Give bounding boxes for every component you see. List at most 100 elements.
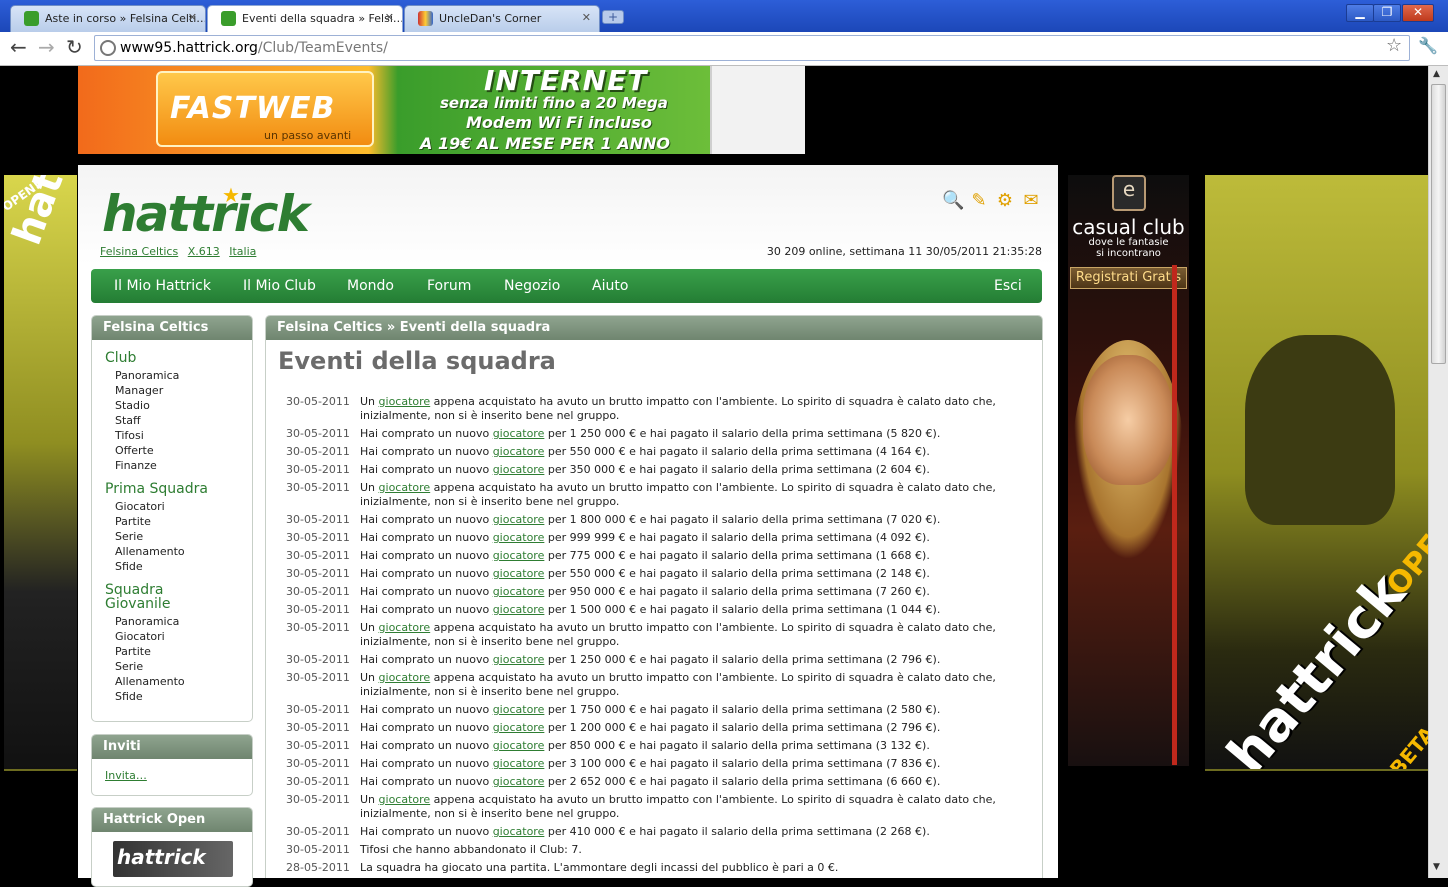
bookmark-star-icon[interactable]: ☆ xyxy=(1386,35,1402,56)
sidebar-item-offerte[interactable]: Offerte xyxy=(115,444,154,457)
event-text: Hai comprato un nuovo giocatore per 1 25… xyxy=(360,653,941,666)
event-text: Un giocatore appena acquistato ha avuto … xyxy=(360,395,996,422)
sidebar-title: Felsina Celtics xyxy=(92,316,252,340)
casual-club-ad[interactable]: e casual club dove le fantasie si incontr… xyxy=(1068,175,1189,766)
player-link[interactable]: giocatore xyxy=(493,775,545,788)
notes-icon[interactable]: ✎ xyxy=(968,190,990,212)
tab-eventi[interactable]: Eventi della squadra » Felsi… ✕ xyxy=(207,5,403,33)
sidebar-item-youth-giocatori[interactable]: Giocatori xyxy=(115,630,165,643)
sidebar-item-serie[interactable]: Serie xyxy=(115,530,143,543)
player-link[interactable]: giocatore xyxy=(379,793,431,806)
menu-aiuto[interactable]: Aiuto xyxy=(592,278,628,294)
forward-arrow-icon[interactable]: → xyxy=(38,35,55,59)
sidebar-item-youth-allenamento[interactable]: Allenamento xyxy=(115,675,185,688)
tab-close-icon[interactable]: ✕ xyxy=(188,11,197,24)
player-link[interactable]: giocatore xyxy=(379,395,431,408)
scroll-down-icon[interactable]: ▼ xyxy=(1433,862,1440,872)
invite-link[interactable]: Invita… xyxy=(105,769,147,782)
sidebar-group-prima-squadra[interactable]: Prima Squadra xyxy=(105,482,208,496)
restore-button[interactable]: ❐ xyxy=(1373,4,1401,22)
league-link[interactable]: X.613 xyxy=(188,245,220,258)
sidebar-item-partite[interactable]: Partite xyxy=(115,515,151,528)
player-link[interactable]: giocatore xyxy=(493,757,545,770)
url-text[interactable]: www95.hattrick.org/Club/TeamEvents/ xyxy=(120,40,388,56)
player-link[interactable]: giocatore xyxy=(493,567,545,580)
sidebar-item-youth-sfide[interactable]: Sfide xyxy=(115,690,143,703)
sidebar-group-squadra-giovanile[interactable]: Squadra Giovanile xyxy=(105,583,215,611)
player-link[interactable]: giocatore xyxy=(493,703,545,716)
scroll-up-icon[interactable]: ▲ xyxy=(1433,69,1440,79)
back-arrow-icon[interactable]: ← xyxy=(10,35,27,59)
country-link[interactable]: Italia xyxy=(229,245,256,258)
trophy-icon xyxy=(1245,335,1395,525)
player-link[interactable]: giocatore xyxy=(493,549,545,562)
event-date: 30-05-2011 xyxy=(286,549,350,562)
search-icon[interactable]: 🔍 xyxy=(942,190,964,212)
menu-mondo[interactable]: Mondo xyxy=(347,278,394,294)
skin-logo: hattrick xyxy=(4,175,77,251)
menu-negozio[interactable]: Negozio xyxy=(504,278,560,294)
event-date: 28-05-2011 xyxy=(286,861,350,874)
sidebar-item-manager[interactable]: Manager xyxy=(115,384,163,397)
sidebar-item-youth-panoramica[interactable]: Panoramica xyxy=(115,615,179,628)
minimize-button[interactable]: ▁ xyxy=(1346,4,1374,22)
right-skin-ad[interactable]: OPEN hattrick BETA xyxy=(1205,175,1428,771)
player-link[interactable]: giocatore xyxy=(493,513,545,526)
player-link[interactable]: giocatore xyxy=(493,427,545,440)
sidebar-item-panoramica[interactable]: Panoramica xyxy=(115,369,179,382)
register-button[interactable]: Registrati Gratis xyxy=(1070,267,1187,289)
player-link[interactable]: giocatore xyxy=(493,585,545,598)
player-link[interactable]: giocatore xyxy=(379,671,431,684)
player-link[interactable]: giocatore xyxy=(379,621,431,634)
tab-close-icon[interactable]: ✕ xyxy=(582,11,591,24)
event-date: 30-05-2011 xyxy=(286,653,350,666)
sidebar-item-allenamento[interactable]: Allenamento xyxy=(115,545,185,558)
sidebar-item-staff[interactable]: Staff xyxy=(115,414,141,427)
event-date: 30-05-2011 xyxy=(286,843,350,856)
left-skin-ad[interactable]: OPEN! hattrick xyxy=(4,175,77,771)
window-close-button[interactable]: ✕ xyxy=(1402,4,1434,22)
sidebar-item-tifosi[interactable]: Tifosi xyxy=(115,429,144,442)
team-events-panel: Felsina Celtics » Eventi della squadra E… xyxy=(265,315,1043,878)
sidebar-item-giocatori[interactable]: Giocatori xyxy=(115,500,165,513)
sidebar-item-youth-partite[interactable]: Partite xyxy=(115,645,151,658)
event-text: Un giocatore appena acquistato ha avuto … xyxy=(360,671,996,698)
event-date: 30-05-2011 xyxy=(286,671,350,684)
mail-icon[interactable]: ✉ xyxy=(1020,190,1042,212)
fastweb-banner-ad[interactable]: FASTWEB un passo avanti INTERNET senza l… xyxy=(78,66,805,154)
hattrick-logo[interactable]: hattrick xyxy=(102,185,310,243)
tab-aste[interactable]: Aste in corso » Felsina Celti… ✕ xyxy=(10,5,206,32)
team-link[interactable]: Felsina Celtics xyxy=(100,245,178,258)
menu-il-mio-club[interactable]: Il Mio Club xyxy=(243,278,316,294)
sidebar-item-finanze[interactable]: Finanze xyxy=(115,459,157,472)
player-link[interactable]: giocatore xyxy=(493,739,545,752)
menu-il-mio-hattrick[interactable]: Il Mio Hattrick xyxy=(114,278,211,294)
tab-close-icon[interactable]: ✕ xyxy=(385,11,394,24)
wrench-icon[interactable]: 🔧 xyxy=(1418,36,1438,55)
player-link[interactable]: giocatore xyxy=(493,531,545,544)
player-link[interactable]: giocatore xyxy=(379,481,431,494)
player-link[interactable]: giocatore xyxy=(493,653,545,666)
vertical-scrollbar[interactable]: ▲ ▼ xyxy=(1428,66,1448,878)
reload-icon[interactable]: ↻ xyxy=(66,35,83,59)
player-link[interactable]: giocatore xyxy=(493,603,545,616)
sidebar-item-stadio[interactable]: Stadio xyxy=(115,399,150,412)
player-link[interactable]: giocatore xyxy=(493,825,545,838)
hattrick-open-banner[interactable]: hattrick xyxy=(113,841,233,877)
new-tab-button[interactable]: + xyxy=(602,10,624,24)
blog-favicon-icon xyxy=(418,11,433,26)
address-bar[interactable]: www95.hattrick.org/Club/TeamEvents/ xyxy=(94,35,1410,61)
tab-uncledan[interactable]: UncleDan's Corner ✕ xyxy=(404,5,600,32)
player-link[interactable]: giocatore xyxy=(493,721,545,734)
scrollbar-thumb[interactable] xyxy=(1431,84,1446,364)
event-text: Hai comprato un nuovo giocatore per 550 … xyxy=(360,445,930,458)
menu-forum[interactable]: Forum xyxy=(427,278,471,294)
player-link[interactable]: giocatore xyxy=(493,445,545,458)
banner-line: senza limiti fino a 20 Mega xyxy=(440,94,668,112)
player-link[interactable]: giocatore xyxy=(493,463,545,476)
sidebar-item-sfide[interactable]: Sfide xyxy=(115,560,143,573)
settings-icon[interactable]: ⚙ xyxy=(994,190,1016,212)
sidebar-item-youth-serie[interactable]: Serie xyxy=(115,660,143,673)
menu-esci[interactable]: Esci xyxy=(994,278,1022,294)
sidebar-group-club[interactable]: Club xyxy=(105,351,136,365)
